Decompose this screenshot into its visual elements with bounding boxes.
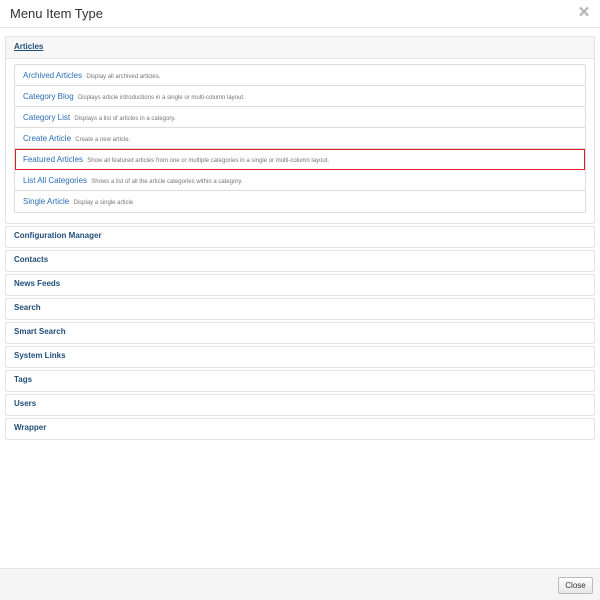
accordion-heading-wrapper[interactable]: Wrapper [6, 419, 594, 439]
menu-type-list-all-categories[interactable]: List All Categories Shows a list of all … [15, 170, 585, 191]
accordion-heading-configuration-manager[interactable]: Configuration Manager [6, 227, 594, 247]
modal-body: Articles Archived Articles Display all a… [0, 28, 600, 568]
menu-type-title[interactable]: Category Blog [23, 92, 74, 101]
menu-type-description: Display a single article [73, 200, 134, 206]
accordion-heading-label: Articles [14, 42, 44, 51]
menu-type-description: Show all featured articles from one or m… [87, 158, 330, 164]
menu-type-single-article[interactable]: Single Article Display a single article [15, 191, 585, 212]
accordion-heading-system-links[interactable]: System Links [6, 347, 594, 367]
accordion-heading-smart-search[interactable]: Smart Search [6, 323, 594, 343]
modal-header: Menu Item Type ✕ [0, 0, 600, 28]
modal-title: Menu Item Type [10, 6, 103, 21]
accordion-group-smart-search: Smart Search [5, 322, 595, 344]
accordion-group-system-links: System Links [5, 346, 595, 368]
accordion-group-search: Search [5, 298, 595, 320]
menu-type-category-list[interactable]: Category List Displays a list of article… [15, 107, 585, 128]
accordion-body-articles: Archived Articles Display all archived a… [6, 59, 594, 223]
menu-type-accordion: Articles Archived Articles Display all a… [5, 36, 595, 442]
accordion-group-configuration-manager: Configuration Manager [5, 226, 595, 248]
accordion-heading-news-feeds[interactable]: News Feeds [6, 275, 594, 295]
accordion-group-users: Users [5, 394, 595, 416]
menu-type-list: Archived Articles Display all archived a… [14, 64, 586, 213]
menu-type-title[interactable]: Single Article [23, 197, 69, 206]
menu-type-title[interactable]: Create Article [23, 134, 71, 143]
menu-type-category-blog[interactable]: Category Blog Displays article introduct… [15, 86, 585, 107]
accordion-group-news-feeds: News Feeds [5, 274, 595, 296]
menu-type-create-article[interactable]: Create Article Create a new article. [15, 128, 585, 149]
menu-type-description: Displays article introductions in a sing… [77, 95, 245, 101]
menu-type-title[interactable]: Featured Articles [23, 155, 83, 164]
accordion-heading-users[interactable]: Users [6, 395, 594, 415]
close-button[interactable]: Close [558, 577, 593, 594]
accordion-heading-tags[interactable]: Tags [6, 371, 594, 391]
accordion-heading-articles[interactable]: Articles [6, 37, 594, 59]
menu-type-featured-articles[interactable]: Featured Articles Show all featured arti… [15, 149, 585, 170]
accordion-heading-search[interactable]: Search [6, 299, 594, 319]
accordion-group-articles: Articles Archived Articles Display all a… [5, 36, 595, 224]
menu-type-description: Displays a list of articles in a categor… [74, 116, 176, 122]
accordion-heading-contacts[interactable]: Contacts [6, 251, 594, 271]
menu-type-title[interactable]: Category List [23, 113, 70, 122]
menu-type-description: Display all archived articles. [86, 74, 161, 80]
menu-type-description: Create a new article. [75, 137, 131, 143]
accordion-group-tags: Tags [5, 370, 595, 392]
accordion-group-contacts: Contacts [5, 250, 595, 272]
menu-type-description: Shows a list of all the article categori… [91, 179, 243, 185]
menu-type-archived-articles[interactable]: Archived Articles Display all archived a… [15, 65, 585, 86]
menu-type-title[interactable]: Archived Articles [23, 71, 82, 80]
menu-type-title[interactable]: List All Categories [23, 176, 87, 185]
accordion-group-wrapper: Wrapper [5, 418, 595, 440]
modal-footer: Close [0, 568, 600, 600]
close-icon[interactable]: ✕ [576, 4, 592, 22]
